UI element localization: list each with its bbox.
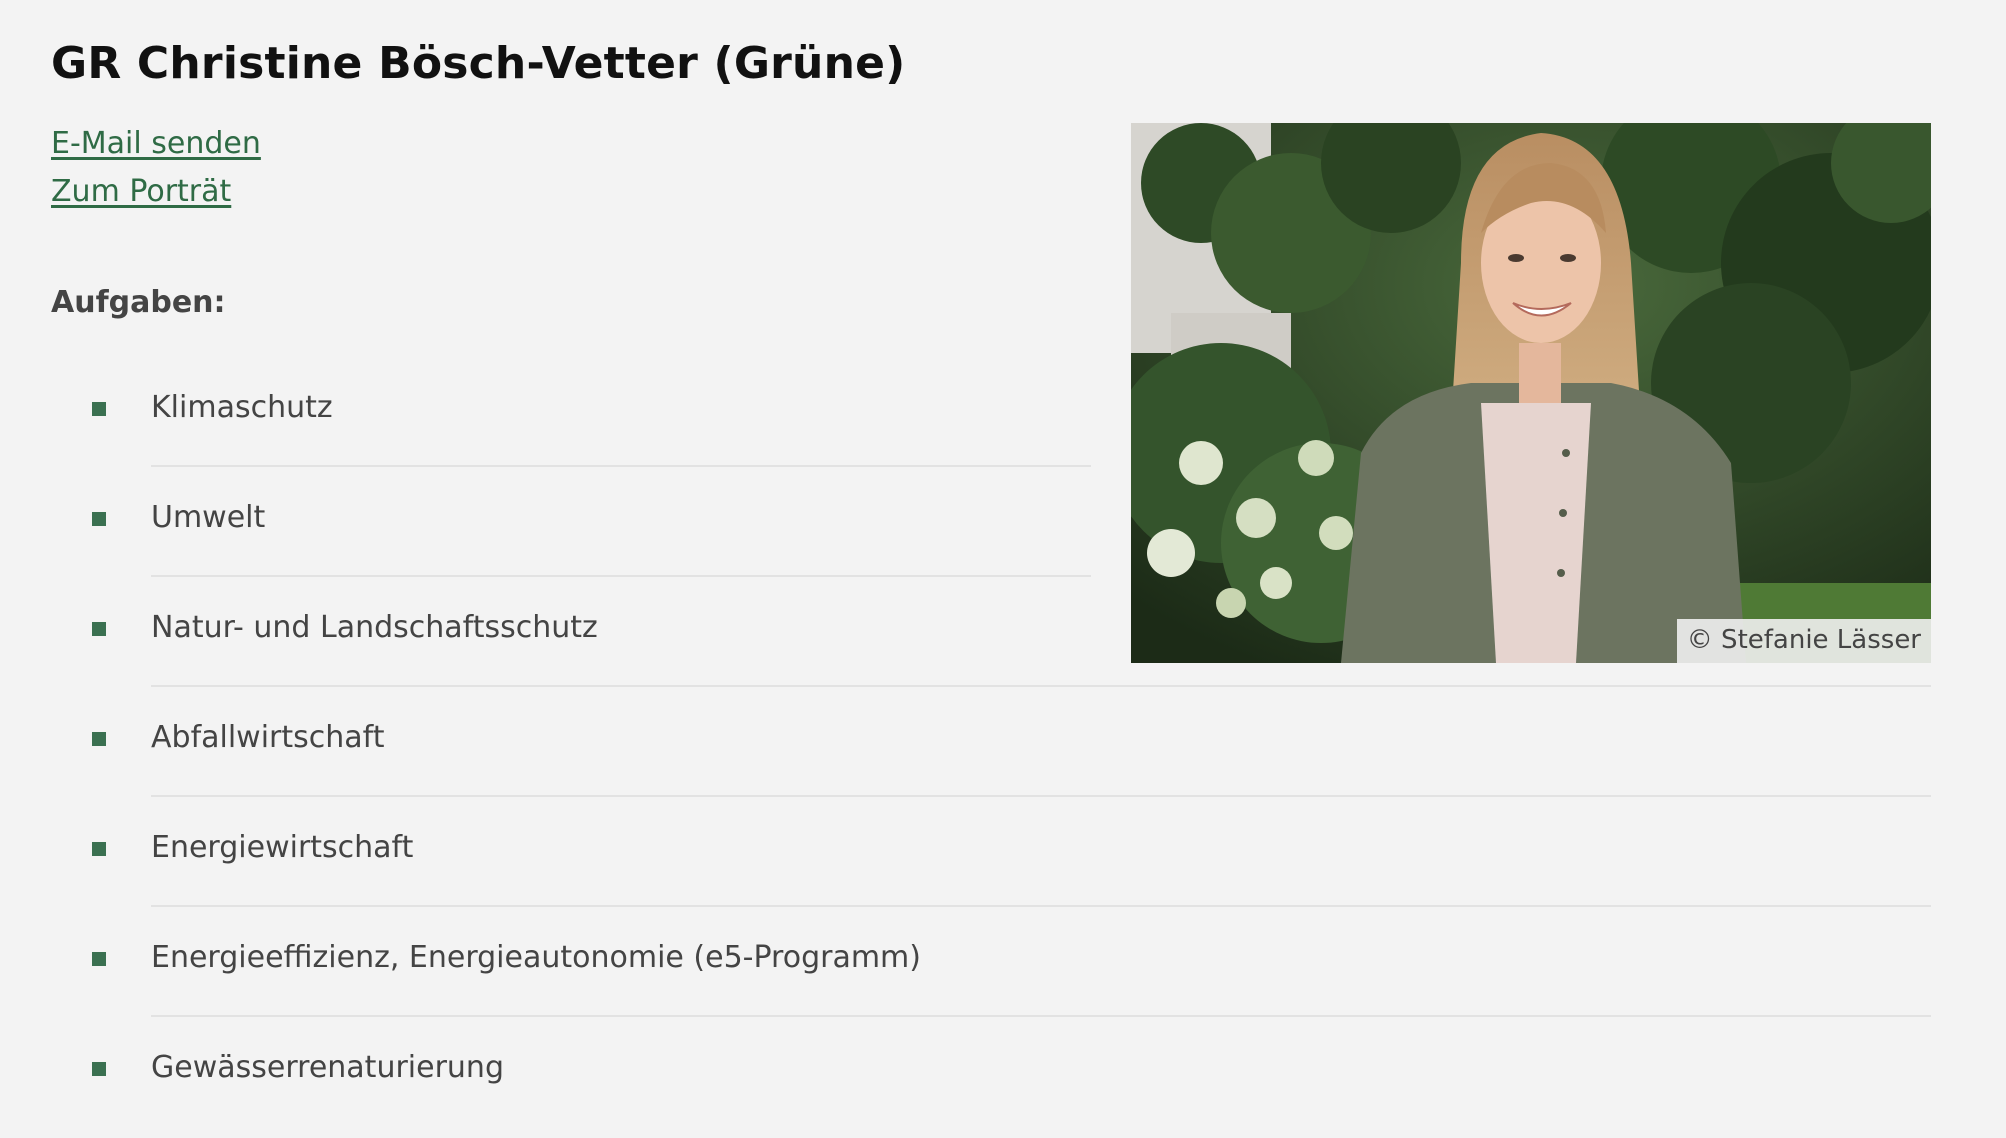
task-label: Abfallwirtschaft: [151, 720, 385, 755]
square-bullet-icon: [92, 622, 106, 636]
page: GR Christine Bösch-Vetter (Grüne) E-Mail…: [0, 0, 2006, 1138]
portrait-image: [1131, 123, 1931, 663]
task-divider: [151, 795, 1931, 797]
square-bullet-icon: [92, 512, 106, 526]
task-label: Energiewirtschaft: [151, 830, 414, 865]
task-divider: [151, 685, 1931, 687]
square-bullet-icon: [92, 402, 106, 416]
portrait-link[interactable]: Zum Porträt: [51, 174, 231, 209]
task-divider: [151, 465, 1091, 467]
task-label: Umwelt: [151, 500, 266, 535]
task-divider: [151, 905, 1931, 907]
photo-credit: © Stefanie Lässer: [1676, 619, 1931, 663]
person-photo: © Stefanie Lässer: [1131, 123, 1931, 663]
tasks-heading: Aufgaben:: [51, 285, 226, 320]
task-divider: [151, 1015, 1931, 1017]
square-bullet-icon: [92, 952, 106, 966]
task-label: Gewässerrenaturierung: [151, 1050, 504, 1085]
task-label: Klimaschutz: [151, 390, 333, 425]
square-bullet-icon: [92, 842, 106, 856]
task-label: Natur- und Landschaftsschutz: [151, 610, 598, 645]
email-link[interactable]: E-Mail senden: [51, 126, 261, 161]
square-bullet-icon: [92, 732, 106, 746]
page-title: GR Christine Bösch-Vetter (Grüne): [51, 38, 906, 89]
task-label: Energieeffizienz, Energieautonomie (e5-P…: [151, 940, 921, 975]
square-bullet-icon: [92, 1062, 106, 1076]
task-divider: [151, 575, 1091, 577]
